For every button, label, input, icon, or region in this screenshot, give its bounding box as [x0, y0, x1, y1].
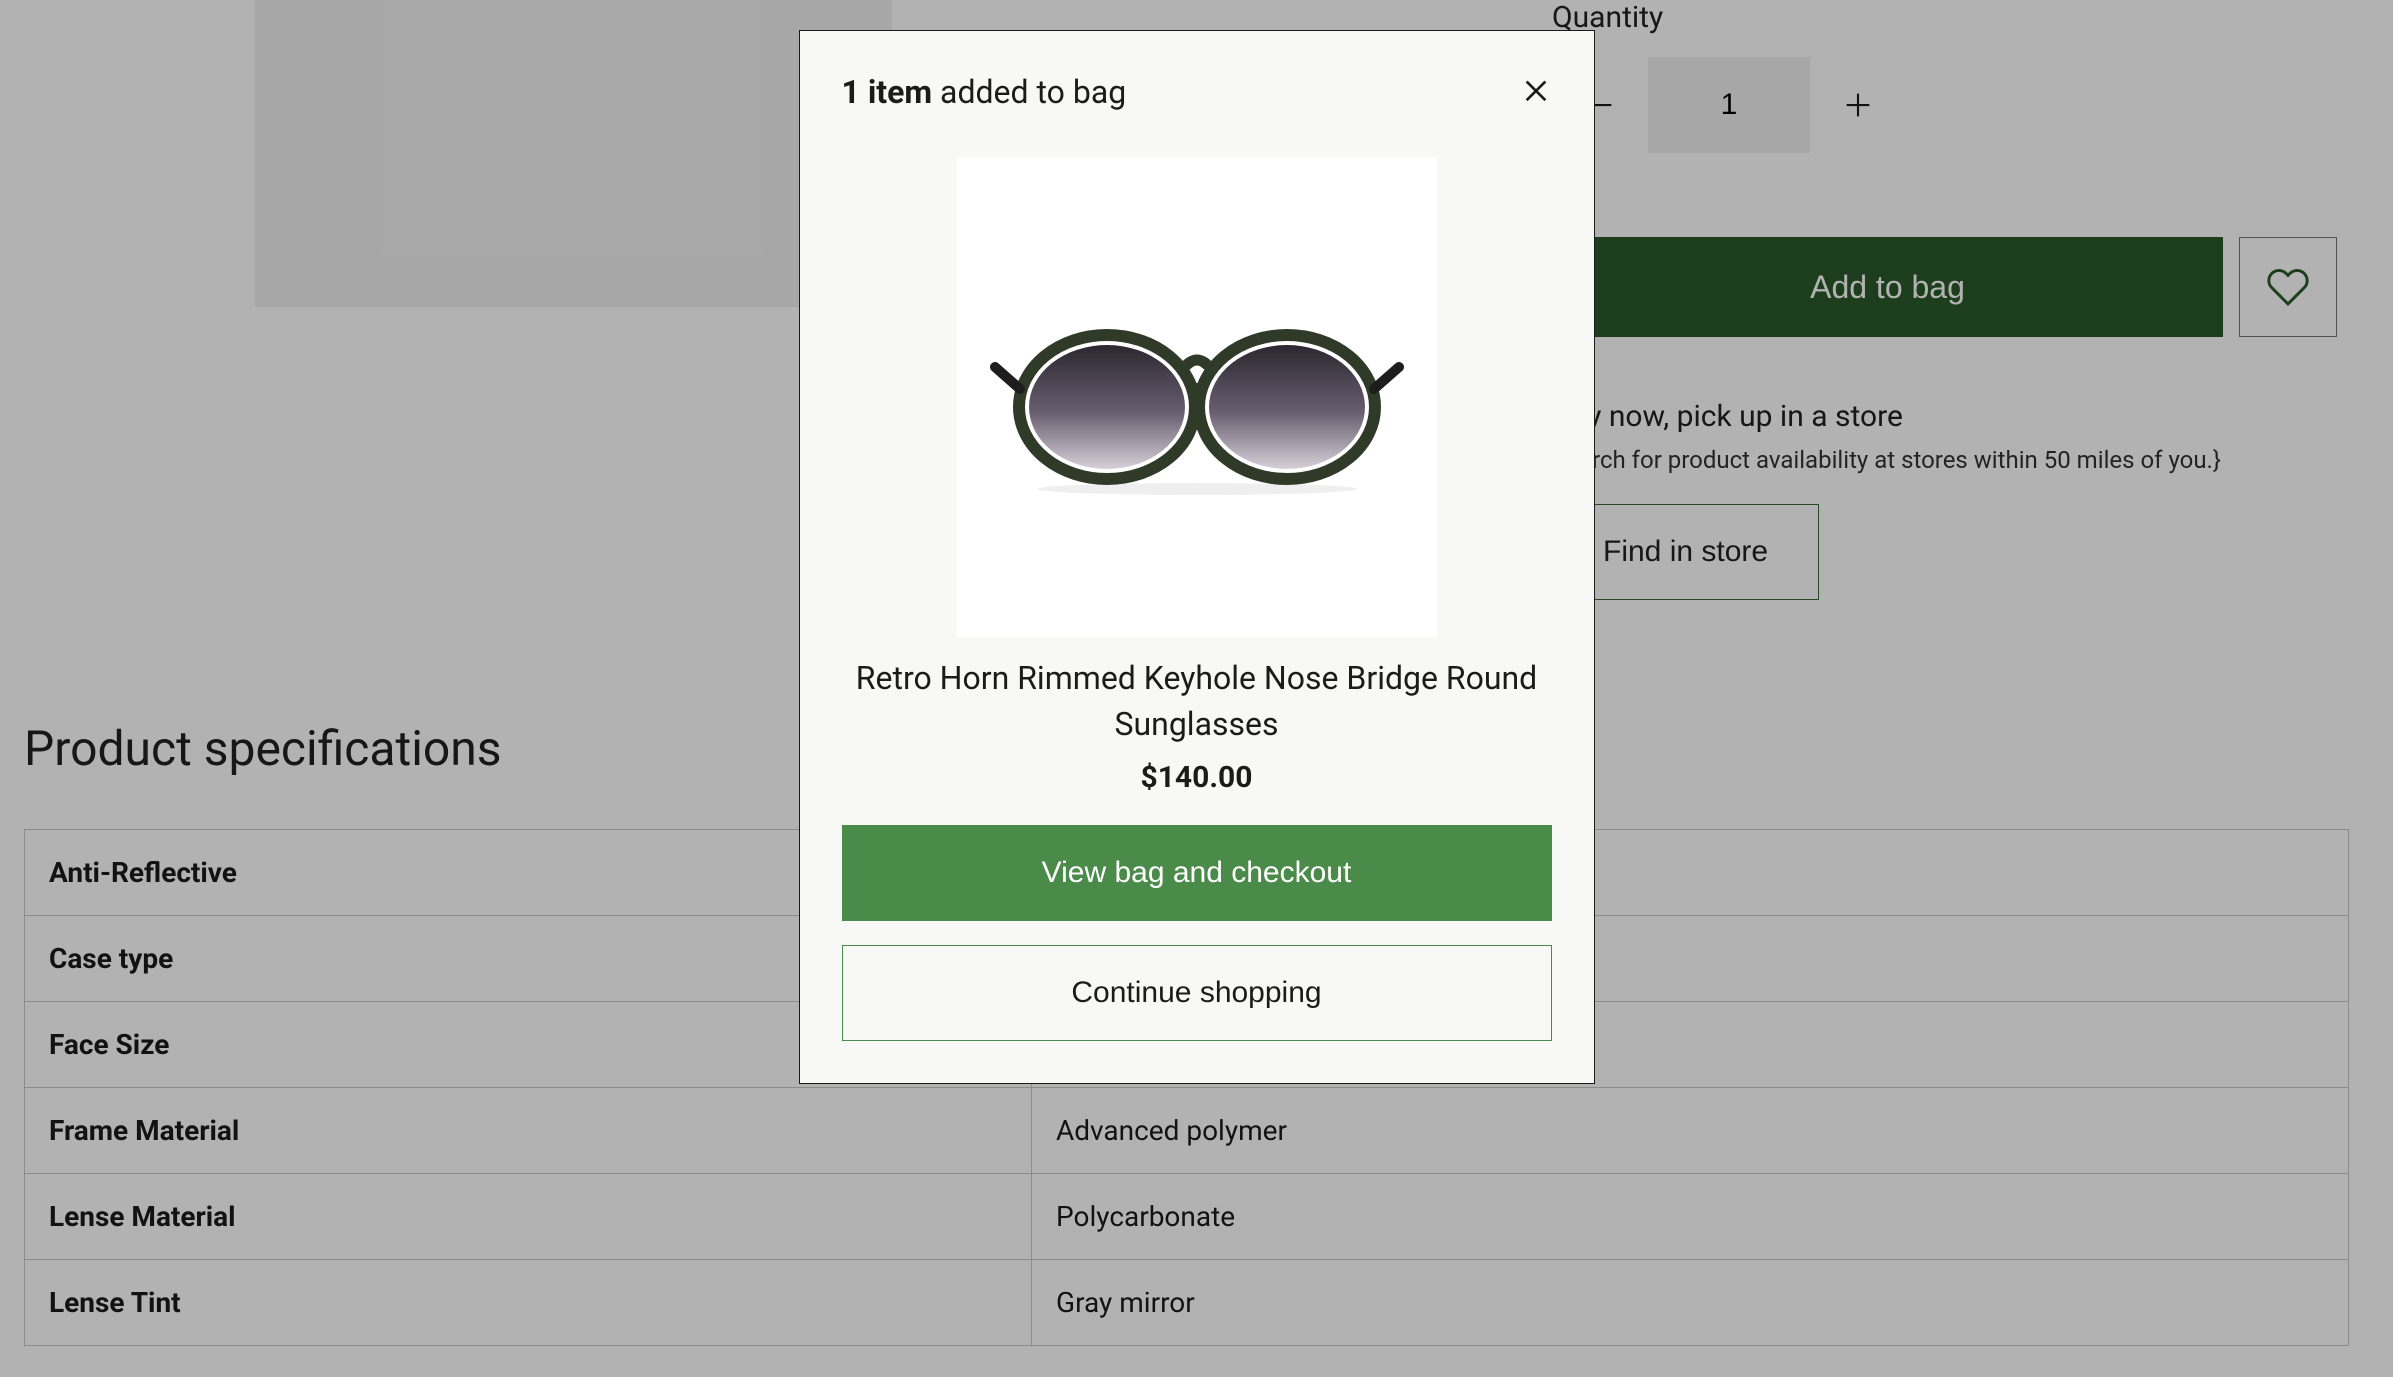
added-to-bag-modal: 1 item added to bag	[799, 30, 1595, 1084]
modal-title-suffix: added to bag	[932, 73, 1126, 111]
modal-product-price: $140.00	[842, 760, 1552, 795]
modal-close-button[interactable]	[1520, 73, 1552, 107]
modal-overlay[interactable]: 1 item added to bag	[0, 0, 2393, 1377]
modal-item-count: 1 item	[842, 73, 933, 111]
close-icon	[1520, 73, 1552, 105]
sunglasses-icon	[987, 297, 1407, 497]
modal-title: 1 item added to bag	[842, 73, 1127, 111]
continue-shopping-button[interactable]: Continue shopping	[842, 945, 1552, 1041]
modal-product-image	[957, 157, 1437, 637]
modal-product-name: Retro Horn Rimmed Keyhole Nose Bridge Ro…	[842, 655, 1552, 748]
view-bag-button[interactable]: View bag and checkout	[842, 825, 1552, 921]
